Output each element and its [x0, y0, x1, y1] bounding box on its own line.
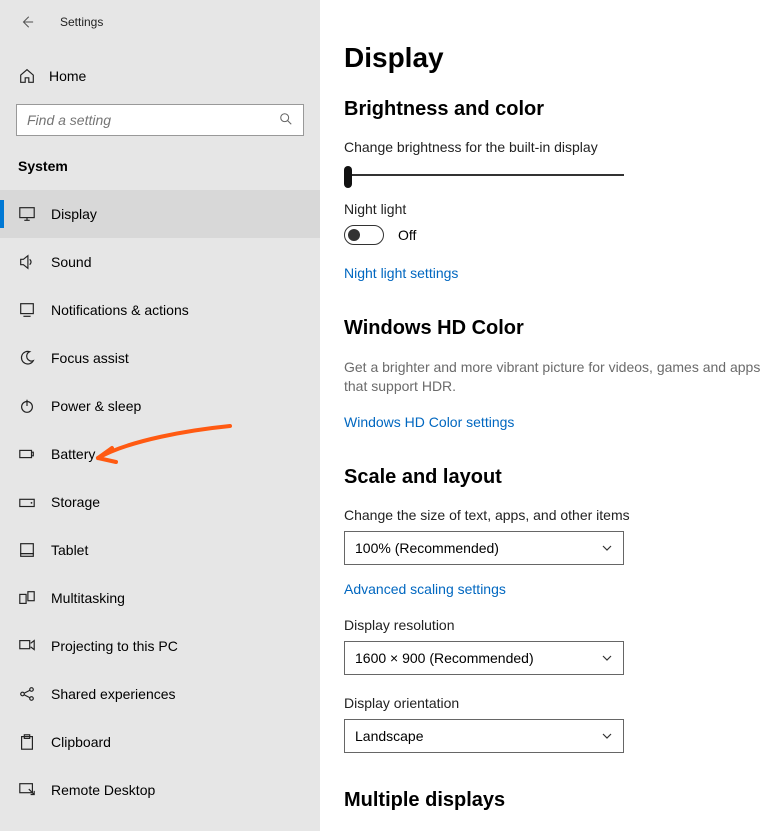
- sidebar-item-remote[interactable]: Remote Desktop: [0, 766, 320, 814]
- sidebar-item-label: Display: [51, 206, 97, 222]
- resolution-dropdown[interactable]: 1600 × 900 (Recommended): [344, 641, 624, 675]
- section-hd: Windows HD Color: [344, 317, 769, 340]
- nav-list: Display Sound Notifications & actions Focus…: [0, 190, 320, 814]
- night-light-settings-link[interactable]: Night light settings: [344, 265, 458, 281]
- monitor-icon: [17, 204, 37, 224]
- sidebar-item-label: Power & sleep: [51, 398, 141, 414]
- speaker-icon: [17, 252, 37, 272]
- hd-settings-link[interactable]: Windows HD Color settings: [344, 414, 514, 430]
- content-pane: Display Brightness and color Change brig…: [320, 0, 769, 831]
- home-label: Home: [49, 68, 86, 84]
- multitask-icon: [17, 588, 37, 608]
- slider-thumb[interactable]: [344, 166, 352, 188]
- sidebar-item-label: Storage: [51, 494, 100, 510]
- search-input[interactable]: [27, 112, 279, 128]
- tablet-icon: [17, 540, 37, 560]
- bell-icon: [17, 300, 37, 320]
- orientation-dropdown[interactable]: Landscape: [344, 719, 624, 753]
- sidebar-item-label: Sound: [51, 254, 91, 270]
- advanced-scaling-link[interactable]: Advanced scaling settings: [344, 581, 506, 597]
- home-icon: [17, 67, 37, 85]
- toggle-knob: [348, 229, 360, 241]
- resolution-label: Display resolution: [344, 617, 769, 633]
- chevron-down-icon: [601, 652, 613, 664]
- sidebar-item-power[interactable]: Power & sleep: [0, 382, 320, 430]
- drive-icon: [17, 492, 37, 512]
- sidebar-item-notifications[interactable]: Notifications & actions: [0, 286, 320, 334]
- text-size-label: Change the size of text, apps, and other…: [344, 507, 769, 523]
- night-light-toggle[interactable]: [344, 225, 384, 245]
- moon-icon: [17, 348, 37, 368]
- battery-icon: [17, 444, 37, 464]
- search-icon: [279, 112, 293, 129]
- sidebar-item-tablet[interactable]: Tablet: [0, 526, 320, 574]
- section-brightness: Brightness and color: [344, 98, 769, 121]
- chevron-down-icon: [601, 542, 613, 554]
- text-size-dropdown[interactable]: 100% (Recommended): [344, 531, 624, 565]
- sidebar-item-projecting[interactable]: Projecting to this PC: [0, 622, 320, 670]
- brightness-label: Change brightness for the built-in displ…: [344, 139, 769, 155]
- night-light-state: Off: [398, 227, 416, 243]
- text-size-value: 100% (Recommended): [355, 540, 499, 556]
- power-icon: [17, 396, 37, 416]
- sidebar-item-label: Battery: [51, 446, 95, 462]
- app-title: Settings: [60, 15, 103, 29]
- sidebar-item-multitasking[interactable]: Multitasking: [0, 574, 320, 622]
- hd-desc: Get a brighter and more vibrant picture …: [344, 358, 769, 396]
- resolution-value: 1600 × 900 (Recommended): [355, 650, 534, 666]
- chevron-down-icon: [601, 730, 613, 742]
- sidebar-item-display[interactable]: Display: [0, 190, 320, 238]
- share-icon: [17, 684, 37, 704]
- remote-icon: [17, 780, 37, 800]
- back-arrow-icon[interactable]: [18, 13, 36, 31]
- orientation-label: Display orientation: [344, 695, 769, 711]
- project-icon: [17, 636, 37, 656]
- sidebar-item-label: Projecting to this PC: [51, 638, 178, 654]
- sidebar-item-clipboard[interactable]: Clipboard: [0, 718, 320, 766]
- night-light-label: Night light: [344, 201, 769, 217]
- sidebar-item-battery[interactable]: Battery: [0, 430, 320, 478]
- sidebar-section-label: System: [0, 136, 320, 180]
- sidebar-item-label: Tablet: [51, 542, 88, 558]
- search-box[interactable]: [16, 104, 304, 136]
- section-scale: Scale and layout: [344, 466, 769, 489]
- sidebar-item-label: Multitasking: [51, 590, 125, 606]
- sidebar-item-label: Focus assist: [51, 350, 129, 366]
- section-multiple-displays: Multiple displays: [344, 789, 769, 812]
- sidebar-item-label: Remote Desktop: [51, 782, 155, 798]
- search-wrap: [0, 104, 320, 136]
- sidebar-item-label: Notifications & actions: [51, 302, 189, 318]
- slider-track: [344, 174, 624, 176]
- sidebar-item-label: Shared experiences: [51, 686, 176, 702]
- orientation-value: Landscape: [355, 728, 424, 744]
- sidebar: Settings Home System Display Sound Notific…: [0, 0, 320, 831]
- sidebar-item-storage[interactable]: Storage: [0, 478, 320, 526]
- sidebar-item-shared[interactable]: Shared experiences: [0, 670, 320, 718]
- sidebar-item-label: Clipboard: [51, 734, 111, 750]
- sidebar-item-focus[interactable]: Focus assist: [0, 334, 320, 382]
- clipboard-icon: [17, 732, 37, 752]
- brightness-slider[interactable]: [344, 163, 624, 187]
- sidebar-item-sound[interactable]: Sound: [0, 238, 320, 286]
- header-row: Settings: [0, 8, 320, 36]
- page-title: Display: [344, 42, 769, 74]
- sidebar-item-home[interactable]: Home: [0, 54, 320, 98]
